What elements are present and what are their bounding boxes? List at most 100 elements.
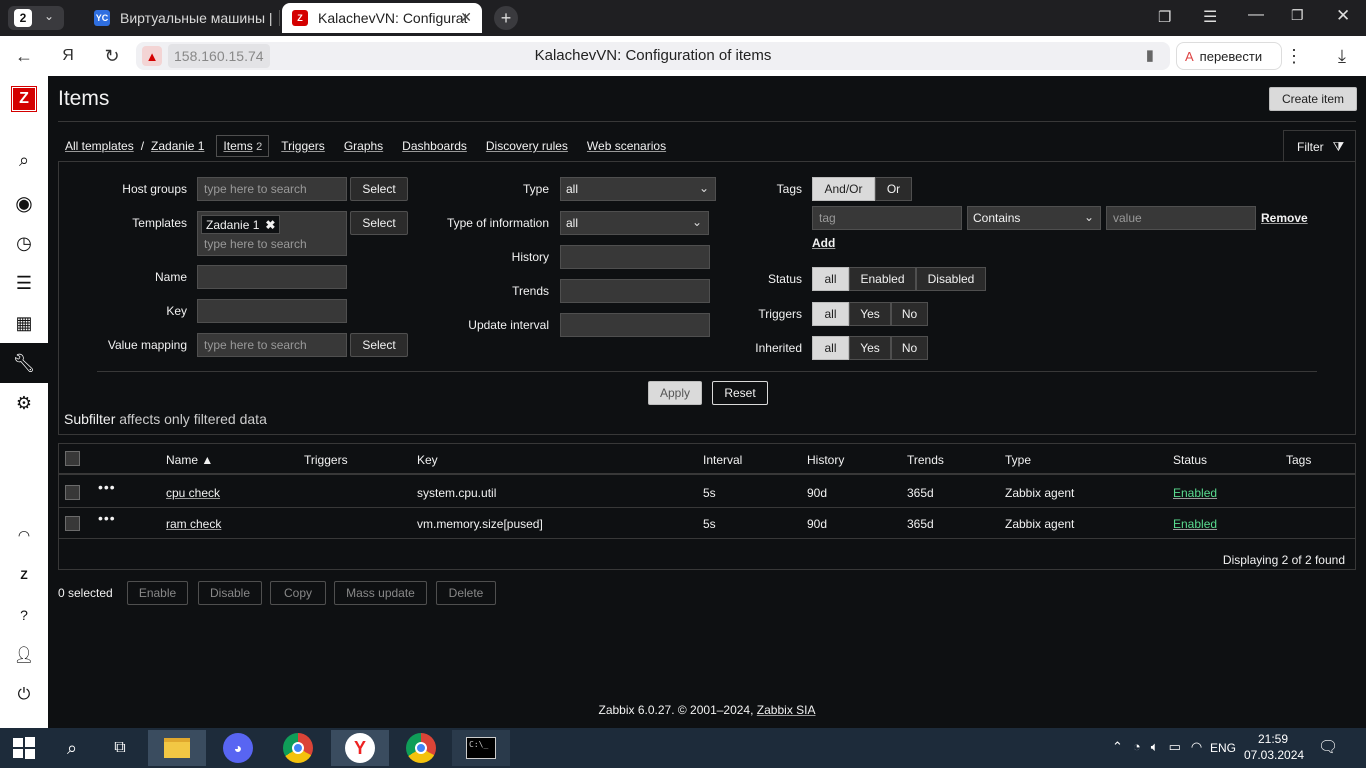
close-icon[interactable]: ✕ xyxy=(460,9,472,26)
chrome-icon[interactable] xyxy=(392,730,450,766)
bookmark-icon[interactable]: ▮ xyxy=(1146,46,1154,64)
tab-zabbix[interactable]: Z KalachevVN: Configurati ✕ xyxy=(282,3,482,33)
zabbix-logo[interactable]: Z xyxy=(11,86,37,112)
restore-icon[interactable]: ❐ xyxy=(1291,7,1304,24)
reload-icon[interactable]: ↻ xyxy=(100,44,124,68)
breadcrumb-template[interactable]: Zadanie 1 xyxy=(151,139,204,153)
tag-value-input[interactable]: value xyxy=(1106,206,1256,230)
notifications-icon[interactable]: 🗨︎ xyxy=(1318,737,1338,757)
translate-button[interactable]: A перевести xyxy=(1176,42,1282,70)
sidebar-item-configuration-active[interactable]: 🔧︎ xyxy=(0,343,48,383)
footer-link[interactable]: Zabbix SIA xyxy=(757,703,816,717)
minimize-icon[interactable]: — xyxy=(1248,6,1264,24)
bookmarks-icon[interactable]: ❐ xyxy=(1158,8,1171,26)
yandex-icon[interactable]: Я xyxy=(56,44,80,68)
copy-button[interactable]: Copy xyxy=(270,581,326,605)
row-checkbox[interactable] xyxy=(65,485,80,500)
language-indicator[interactable]: ENG xyxy=(1210,741,1236,755)
status-all-option[interactable]: all xyxy=(812,267,849,291)
tab-dashboards[interactable]: Dashboards xyxy=(402,139,467,153)
clock[interactable]: 21:59 07.03.2024 xyxy=(1244,731,1304,763)
update-interval-input[interactable] xyxy=(560,313,710,337)
column-name-header[interactable]: Name ▲ xyxy=(166,453,213,467)
tab-discovery-rules[interactable]: Discovery rules xyxy=(486,139,568,153)
trends-input[interactable] xyxy=(560,279,710,303)
item-status-link[interactable]: Enabled xyxy=(1173,517,1217,531)
file-explorer-icon[interactable] xyxy=(148,730,206,766)
tab-yandex-cloud[interactable]: YC Виртуальные машины | Ya xyxy=(84,3,274,33)
reset-button[interactable]: Reset xyxy=(712,381,768,405)
tab-items[interactable]: Items 2 xyxy=(216,135,270,157)
status-enabled-option[interactable]: Enabled xyxy=(849,267,916,291)
power-icon[interactable]: ⏻ xyxy=(12,683,36,707)
item-status-link[interactable]: Enabled xyxy=(1173,486,1217,500)
tag-add-link[interactable]: Add xyxy=(812,236,835,250)
create-item-button[interactable]: Create item xyxy=(1269,87,1357,111)
name-input[interactable] xyxy=(197,265,347,289)
item-name-link[interactable]: cpu check xyxy=(166,486,220,500)
url-field[interactable]: ▲ 158.160.15.74 KalachevVN: Configuratio… xyxy=(136,42,1170,70)
chrome-icon[interactable] xyxy=(280,730,316,766)
triggers-all-option[interactable]: all xyxy=(812,302,849,326)
status-disabled-option[interactable]: Disabled xyxy=(916,267,986,291)
search-icon[interactable]: ⌕ xyxy=(12,148,36,172)
triggers-no-option[interactable]: No xyxy=(891,302,928,326)
triggers-yes-option[interactable]: Yes xyxy=(849,302,891,326)
inherited-no-option[interactable]: No xyxy=(891,336,928,360)
delete-button[interactable]: Delete xyxy=(436,581,496,605)
tag-operator-select[interactable]: Contains ⌄ xyxy=(967,206,1101,230)
list-icon[interactable]: ☰ xyxy=(12,271,36,295)
battery-icon[interactable]: ▭ xyxy=(1169,739,1181,755)
windows-start-icon[interactable] xyxy=(8,730,40,766)
tab-triggers[interactable]: Triggers xyxy=(281,139,325,153)
user-icon[interactable]: 👤︎ xyxy=(12,643,36,667)
gear-icon[interactable]: ⚙ xyxy=(12,391,36,415)
yandex-browser-icon[interactable]: Y xyxy=(331,730,389,766)
type-info-select[interactable]: all ⌄ xyxy=(560,211,709,235)
chart-icon[interactable]: ▦ xyxy=(12,311,36,335)
more-icon[interactable]: ⋮ xyxy=(1282,44,1306,68)
tags-andor-option[interactable]: And/Or xyxy=(812,177,875,201)
row-actions-icon[interactable]: ••• xyxy=(98,479,116,495)
back-icon[interactable]: ← xyxy=(12,44,36,68)
terminal-icon[interactable]: C:\_ xyxy=(452,730,510,766)
new-tab-button[interactable]: + xyxy=(494,6,518,30)
tab-web-scenarios[interactable]: Web scenarios xyxy=(587,139,666,153)
eye-icon[interactable]: ◉ xyxy=(12,191,36,215)
wifi-icon[interactable]: ◠ xyxy=(1191,739,1202,755)
menu-icon[interactable]: ☰ xyxy=(1203,7,1217,27)
value-mapping-select-button[interactable]: Select xyxy=(350,333,408,357)
tag-name-input[interactable]: tag xyxy=(812,206,962,230)
search-icon[interactable]: ⌕ xyxy=(58,730,86,766)
tab-graphs[interactable]: Graphs xyxy=(344,139,383,153)
inherited-all-option[interactable]: all xyxy=(812,336,849,360)
inherited-yes-option[interactable]: Yes xyxy=(849,336,891,360)
volume-icon[interactable]: 🔈︎ xyxy=(1151,739,1159,755)
type-select[interactable]: all ⌄ xyxy=(560,177,716,201)
headset-icon[interactable]: ◠ xyxy=(12,523,36,547)
row-actions-icon[interactable]: ••• xyxy=(98,510,116,526)
close-window-icon[interactable]: ✕ xyxy=(1336,6,1350,26)
tag-remove-link[interactable]: Remove xyxy=(1261,211,1308,225)
disable-button[interactable]: Disable xyxy=(198,581,262,605)
tab-counter-button[interactable]: 2 ⌄ xyxy=(8,6,64,30)
discord-icon[interactable]: ◕ xyxy=(220,730,256,766)
apply-button[interactable]: Apply xyxy=(648,381,702,405)
key-input[interactable] xyxy=(197,299,347,323)
help-icon[interactable]: ? xyxy=(12,603,36,627)
host-groups-input[interactable]: type here to search xyxy=(197,177,347,201)
select-all-checkbox[interactable] xyxy=(65,451,80,466)
templates-multiselect[interactable]: Zadanie 1 ✖ type here to search xyxy=(197,211,347,256)
touchpad-icon[interactable]: ◔ xyxy=(1133,739,1141,755)
value-mapping-input[interactable]: type here to search xyxy=(197,333,347,357)
item-name-link[interactable]: ram check xyxy=(166,517,221,531)
mass-update-button[interactable]: Mass update xyxy=(334,581,427,605)
chevron-up-icon[interactable]: ⌃ xyxy=(1112,739,1123,755)
row-checkbox[interactable] xyxy=(65,516,80,531)
remove-chip-icon[interactable]: ✖ xyxy=(265,218,275,232)
breadcrumb-all-templates[interactable]: All templates xyxy=(65,139,134,153)
history-input[interactable] xyxy=(560,245,710,269)
stopwatch-icon[interactable]: ◷ xyxy=(12,231,36,255)
enable-button[interactable]: Enable xyxy=(127,581,188,605)
tags-or-option[interactable]: Or xyxy=(875,177,912,201)
